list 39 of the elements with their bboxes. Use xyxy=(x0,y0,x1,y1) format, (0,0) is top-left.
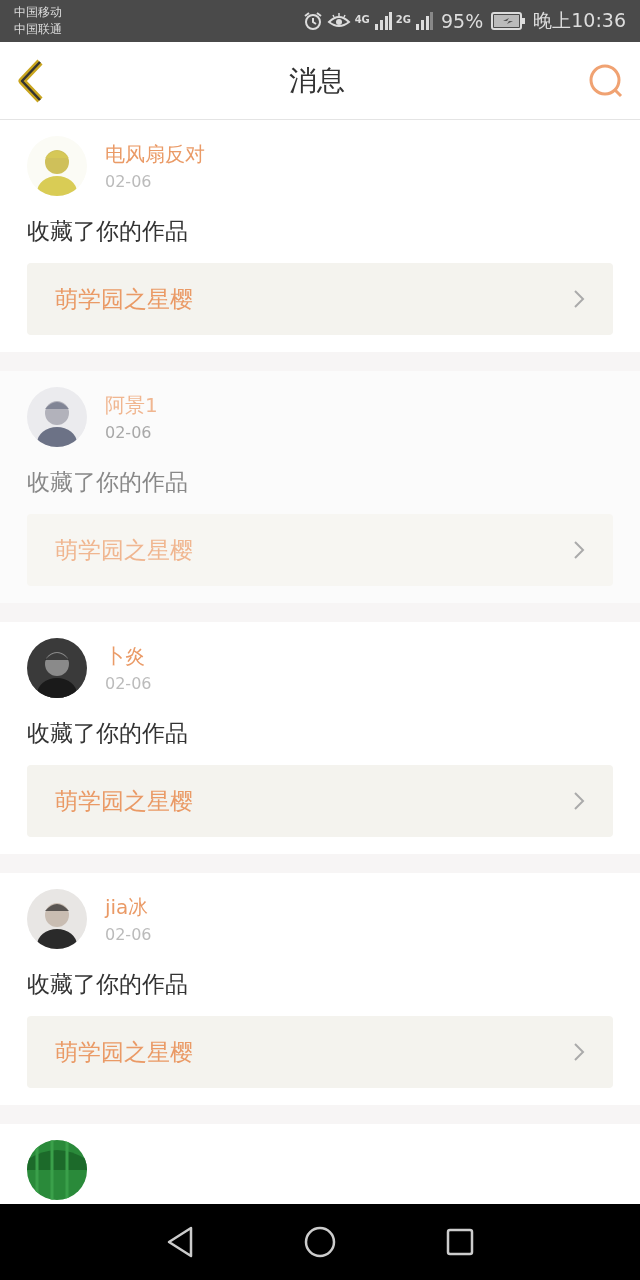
message-text: 收藏了你的作品 xyxy=(27,217,189,246)
chevron-right-icon xyxy=(573,540,585,560)
home-icon[interactable] xyxy=(304,1226,336,1258)
message-text: 收藏了你的作品 xyxy=(27,970,189,999)
back-icon[interactable] xyxy=(166,1226,194,1258)
message-date: 02-06 xyxy=(105,674,152,693)
chevron-right-icon xyxy=(573,1042,585,1062)
carrier-name: 中国移动 xyxy=(14,4,62,21)
alarm-clock-icon xyxy=(302,11,323,31)
signal-icon xyxy=(415,12,433,30)
network-type: 4G xyxy=(354,14,370,25)
message-card[interactable]: 电风扇反对 02-06 收藏了你的作品 萌学园之星樱 xyxy=(0,120,640,352)
clock-time: 晚上10:36 xyxy=(533,8,626,33)
message-date: 02-06 xyxy=(105,423,153,442)
message-card[interactable]: 卜炎 02-06 收藏了你的作品 萌学园之星樱 xyxy=(0,622,640,854)
network-type: 2G xyxy=(395,14,411,25)
work-link[interactable]: 萌学园之星樱 xyxy=(27,514,613,586)
message-text: 收藏了你的作品 xyxy=(27,468,189,497)
signal-icon xyxy=(373,12,392,30)
eye-icon xyxy=(326,12,351,30)
work-link[interactable]: 萌学园之星樱 xyxy=(27,1016,613,1088)
user-name[interactable]: 电风扇反对 xyxy=(105,141,205,168)
page-title: 消息 xyxy=(289,62,345,99)
user-name[interactable]: 阿景1 xyxy=(105,392,158,419)
work-link[interactable]: 萌学园之星樱 xyxy=(27,263,613,335)
battery-charging-icon xyxy=(491,12,526,30)
message-text: 收藏了你的作品 xyxy=(27,719,189,748)
recents-icon[interactable] xyxy=(446,1228,474,1256)
message-card[interactable]: jia冰 02-06 收藏了你的作品 萌学园之星樱 xyxy=(0,873,640,1105)
user-name[interactable]: 卜炎 xyxy=(105,643,152,670)
carrier-name: 中国联通 xyxy=(14,21,62,38)
chevron-right-icon xyxy=(573,289,585,309)
message-date: 02-06 xyxy=(105,172,153,191)
battery-percent: 95% xyxy=(441,10,484,32)
message-date: 02-06 xyxy=(105,925,152,944)
user-name[interactable]: jia冰 xyxy=(105,894,152,921)
chevron-right-icon xyxy=(573,791,585,811)
work-link[interactable]: 萌学园之星樱 xyxy=(27,765,613,837)
message-card[interactable]: 阿景1 02-06 收藏了你的作品 萌学园之星樱 xyxy=(0,371,640,603)
